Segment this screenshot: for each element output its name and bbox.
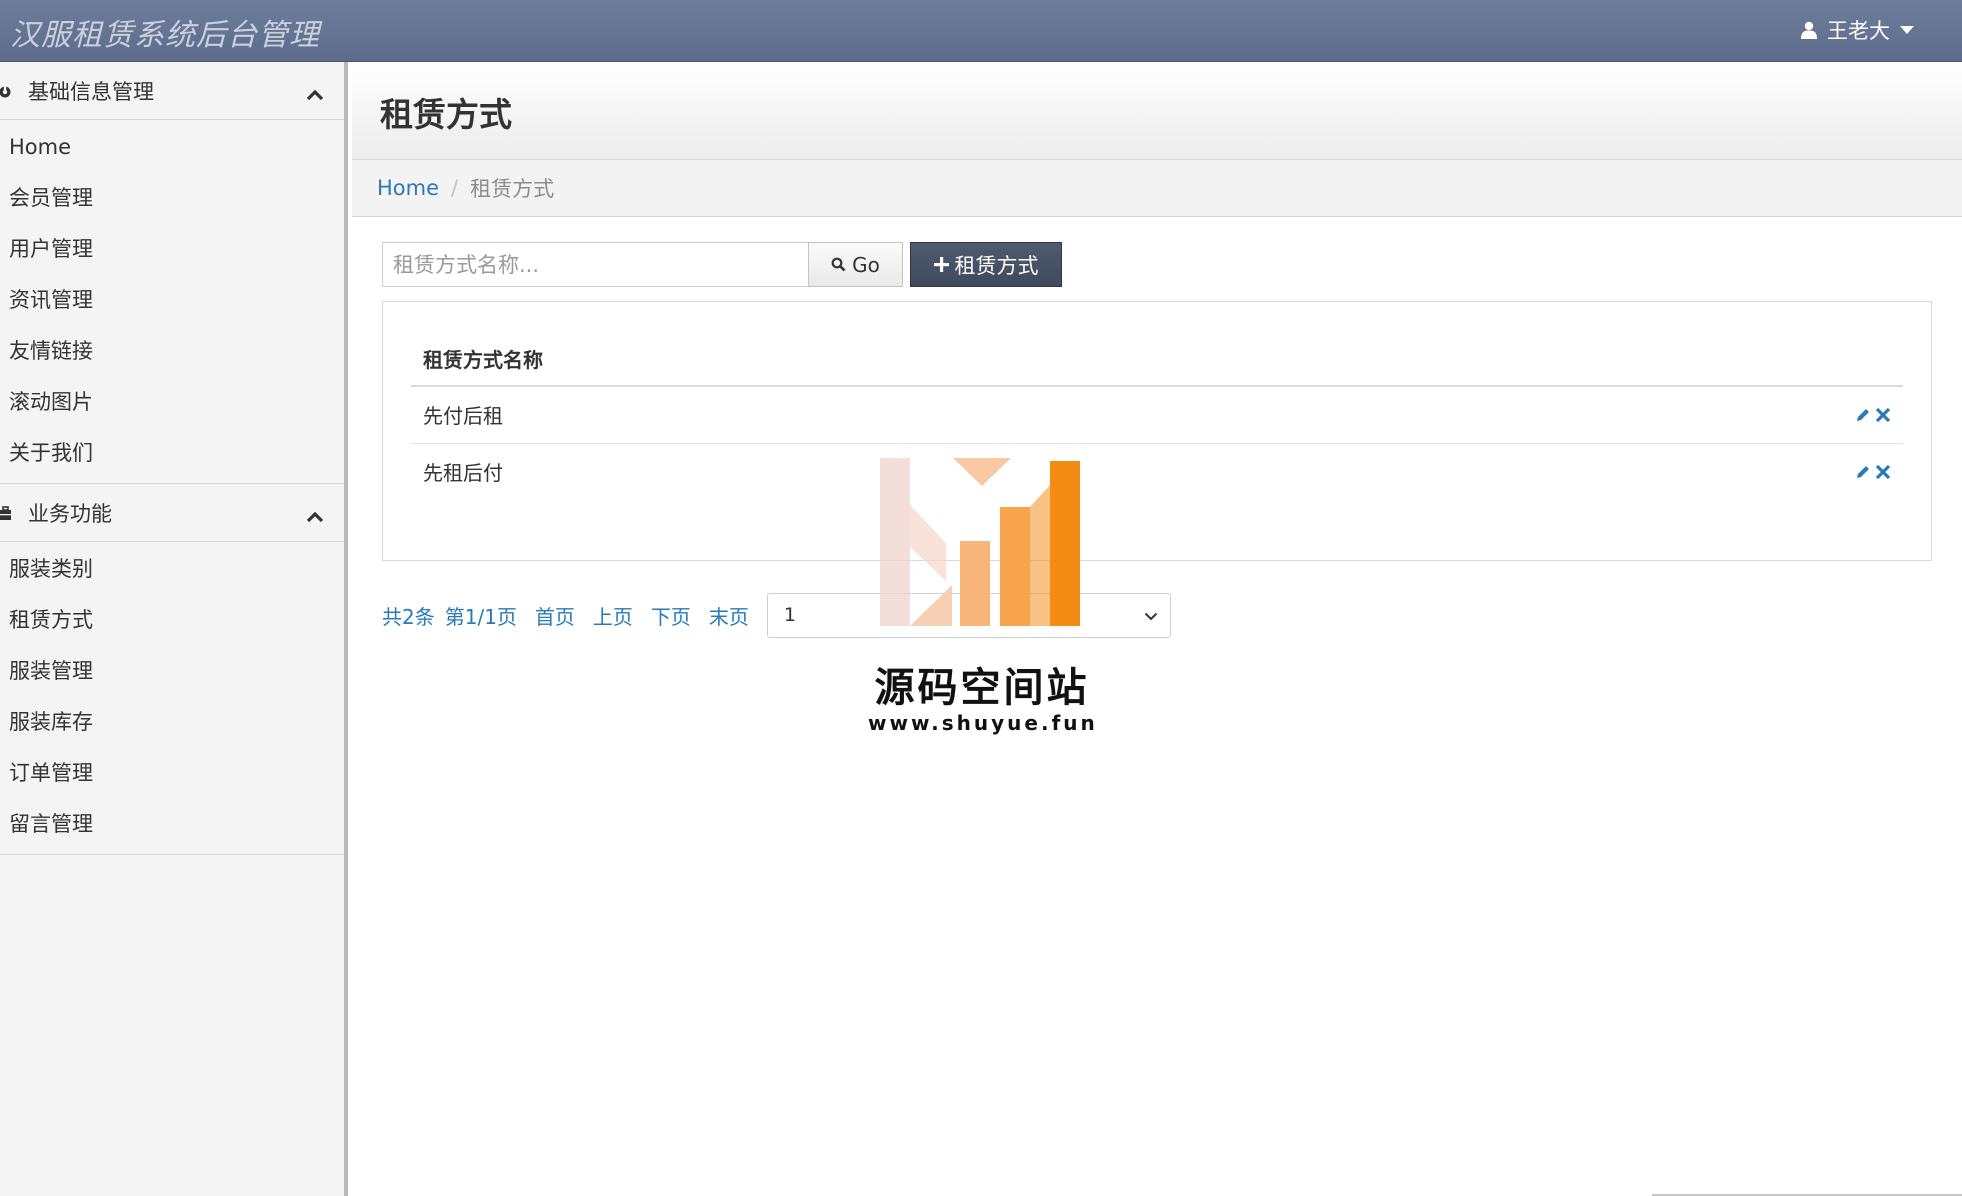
pencil-icon[interactable] xyxy=(1855,404,1871,428)
sidebar-group-label: 业务功能 xyxy=(28,501,112,526)
sidebar-item-links[interactable]: 友情链接 xyxy=(0,326,344,377)
user-menu[interactable]: 王老大 xyxy=(1801,14,1914,46)
user-name: 王老大 xyxy=(1827,19,1890,43)
search-toolbar: Go 租赁方式 xyxy=(382,242,1062,288)
table-panel: 租赁方式名称 先付后租 先租后付 xyxy=(382,301,1932,561)
sidebar-item-orders[interactable]: 订单管理 xyxy=(0,748,344,799)
sidebar-group-business[interactable]: 业务功能 xyxy=(0,484,344,542)
watermark: 源码空间站 www.shuyue.fun xyxy=(868,455,1096,745)
user-icon xyxy=(1801,21,1817,39)
chevron-down-icon xyxy=(1144,604,1158,626)
sidebar-item-home[interactable]: Home xyxy=(0,122,344,173)
breadcrumb-separator: / xyxy=(451,176,459,200)
page-title: 租赁方式 xyxy=(380,95,512,134)
sidebar-group-label: 基础信息管理 xyxy=(28,79,154,104)
sidebar-group-basic-info[interactable]: 基础信息管理 xyxy=(0,62,344,120)
plus-icon xyxy=(933,253,949,277)
page-header: 租赁方式 xyxy=(352,62,1962,160)
pagination-total: 共2条 xyxy=(382,604,435,629)
pagination-first-link[interactable]: 首页 xyxy=(535,601,575,630)
breadcrumb-home-link[interactable]: Home xyxy=(377,176,439,200)
page-select-value: 1 xyxy=(783,604,797,626)
pagination-page-info: 第1/1页 xyxy=(444,604,517,629)
table-row: 先付后租 xyxy=(411,386,1903,444)
sidebar-item-news[interactable]: 资讯管理 xyxy=(0,275,344,326)
top-navbar: 汉服租赁系统后台管理 王老大 xyxy=(0,0,1962,62)
pagination-last-link[interactable]: 末页 xyxy=(709,601,749,630)
row-actions xyxy=(1415,386,1903,444)
search-go-label: Go xyxy=(852,252,880,277)
cell-name: 先付后租 xyxy=(411,386,1416,444)
chevron-up-icon[interactable] xyxy=(306,82,324,106)
briefcase-icon xyxy=(0,503,14,527)
pagination-next-link[interactable]: 下页 xyxy=(651,601,691,630)
sidebar-item-inventory[interactable]: 服装库存 xyxy=(0,697,344,748)
rental-method-table: 租赁方式名称 先付后租 先租后付 xyxy=(411,332,1903,500)
close-icon[interactable] xyxy=(1875,461,1891,485)
breadcrumb-current: 租赁方式 xyxy=(470,177,555,201)
chevron-up-icon[interactable] xyxy=(306,504,324,528)
breadcrumb: Home / 租赁方式 xyxy=(352,160,1962,217)
sidebar-item-rental-method[interactable]: 租赁方式 xyxy=(0,595,344,646)
watermark-title: 源码空间站 xyxy=(874,665,1090,711)
search-go-button[interactable]: Go xyxy=(808,242,903,287)
sidebar-item-clothing-category[interactable]: 服装类别 xyxy=(0,544,344,595)
search-input[interactable] xyxy=(382,242,808,287)
table-row: 先租后付 xyxy=(411,443,1903,500)
pencil-icon[interactable] xyxy=(1855,461,1871,485)
sidebar: 基础信息管理 Home 会员管理 用户管理 资讯管理 友情链接 滚动图片 关于我… xyxy=(0,62,348,1196)
add-button-label: 租赁方式 xyxy=(954,253,1039,278)
caret-down-icon xyxy=(1900,25,1914,35)
sidebar-item-messages[interactable]: 留言管理 xyxy=(0,799,344,850)
row-actions xyxy=(1416,443,1903,500)
dashboard-icon xyxy=(0,81,14,105)
sidebar-item-members[interactable]: 会员管理 xyxy=(0,173,344,224)
column-header-actions xyxy=(1415,332,1903,387)
main-content: 租赁方式 Home / 租赁方式 Go 租赁方式 租赁方式名称 xyxy=(352,62,1962,1196)
sidebar-group-items: 服装类别 租赁方式 服装管理 服装库存 订单管理 留言管理 xyxy=(0,542,344,855)
watermark-url: www.shuyue.fun xyxy=(868,711,1098,735)
pagination-prev-link[interactable]: 上页 xyxy=(593,601,633,630)
sidebar-item-about[interactable]: 关于我们 xyxy=(0,428,344,479)
sidebar-group-items: Home 会员管理 用户管理 资讯管理 友情链接 滚动图片 关于我们 xyxy=(0,120,344,484)
add-rental-method-button[interactable]: 租赁方式 xyxy=(910,242,1062,287)
watermark-logo xyxy=(880,458,1080,626)
column-header-name: 租赁方式名称 xyxy=(411,332,1416,387)
sidebar-item-clothing[interactable]: 服装管理 xyxy=(0,646,344,697)
app-title[interactable]: 汉服租赁系统后台管理 xyxy=(10,10,320,54)
sidebar-item-users[interactable]: 用户管理 xyxy=(0,224,344,275)
table-header-row: 租赁方式名称 xyxy=(411,332,1903,387)
close-icon[interactable] xyxy=(1875,404,1891,428)
search-icon xyxy=(831,253,846,277)
sidebar-item-slides[interactable]: 滚动图片 xyxy=(0,377,344,428)
